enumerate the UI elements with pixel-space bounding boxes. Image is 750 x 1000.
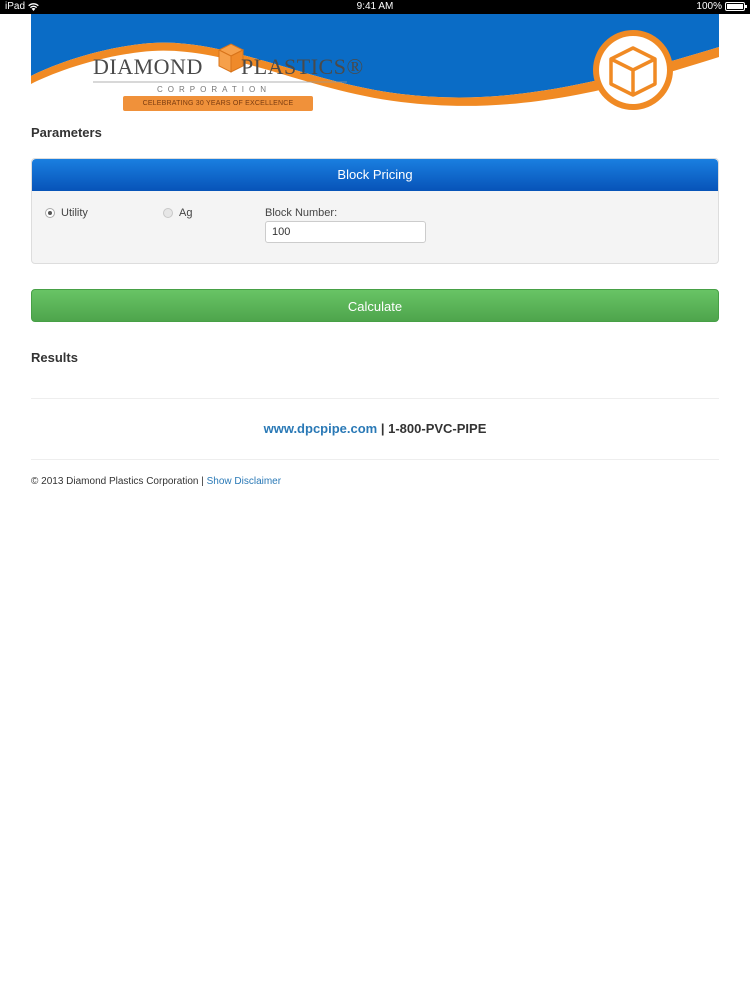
radio-utility[interactable]: Utility — [45, 207, 88, 219]
radio-utility-label: Utility — [61, 207, 88, 219]
battery-icon — [725, 2, 747, 11]
logo-subtitle: CORPORATION — [157, 85, 271, 94]
logo-word-left: DIAMOND — [93, 54, 203, 79]
company-logo-text: DIAMOND PLASTICS® — [93, 54, 363, 80]
contact-line: www.dpcpipe.com | 1-800-PVC-PIPE — [0, 421, 750, 436]
show-disclaimer-link[interactable]: Show Disclaimer — [207, 476, 281, 487]
block-number-label: Block Number: — [265, 207, 338, 219]
battery-percent: 100% — [696, 1, 722, 12]
header-banner: DIAMOND PLASTICS® CORPORATION CELEBRATIN… — [31, 14, 719, 116]
phone-number: 1-800-PVC-PIPE — [388, 421, 487, 436]
panel-heading: Block Pricing — [32, 159, 718, 191]
radio-ag-label: Ag — [179, 207, 193, 219]
website-link[interactable]: www.dpcpipe.com — [264, 421, 378, 436]
footer: © 2013 Diamond Plastics Corporation | Sh… — [31, 476, 281, 487]
status-time: 9:41 AM — [356, 1, 394, 12]
results-heading: Results — [31, 350, 78, 365]
block-number-input[interactable] — [265, 221, 426, 243]
radio-ag[interactable]: Ag — [163, 207, 192, 219]
divider-bottom — [31, 459, 719, 460]
status-bar: iPad 9:41 AM 100% — [0, 0, 750, 14]
parameters-heading: Parameters — [31, 125, 102, 140]
logo-word-right: PLASTICS® — [241, 54, 364, 79]
contact-separator: | — [377, 421, 389, 436]
status-bar-right: 100% — [696, 1, 747, 12]
calculate-button[interactable]: Calculate — [31, 289, 719, 322]
divider-top — [31, 398, 719, 399]
copyright-text: © 2013 Diamond Plastics Corporation | — [31, 476, 207, 487]
block-pricing-panel: Block Pricing Utility Ag Block Number: — [31, 158, 719, 264]
anniversary-ribbon: CELEBRATING 30 YEARS OF EXCELLENCE — [123, 96, 313, 111]
radio-ag-circle[interactable] — [163, 208, 173, 218]
radio-utility-circle[interactable] — [45, 208, 55, 218]
